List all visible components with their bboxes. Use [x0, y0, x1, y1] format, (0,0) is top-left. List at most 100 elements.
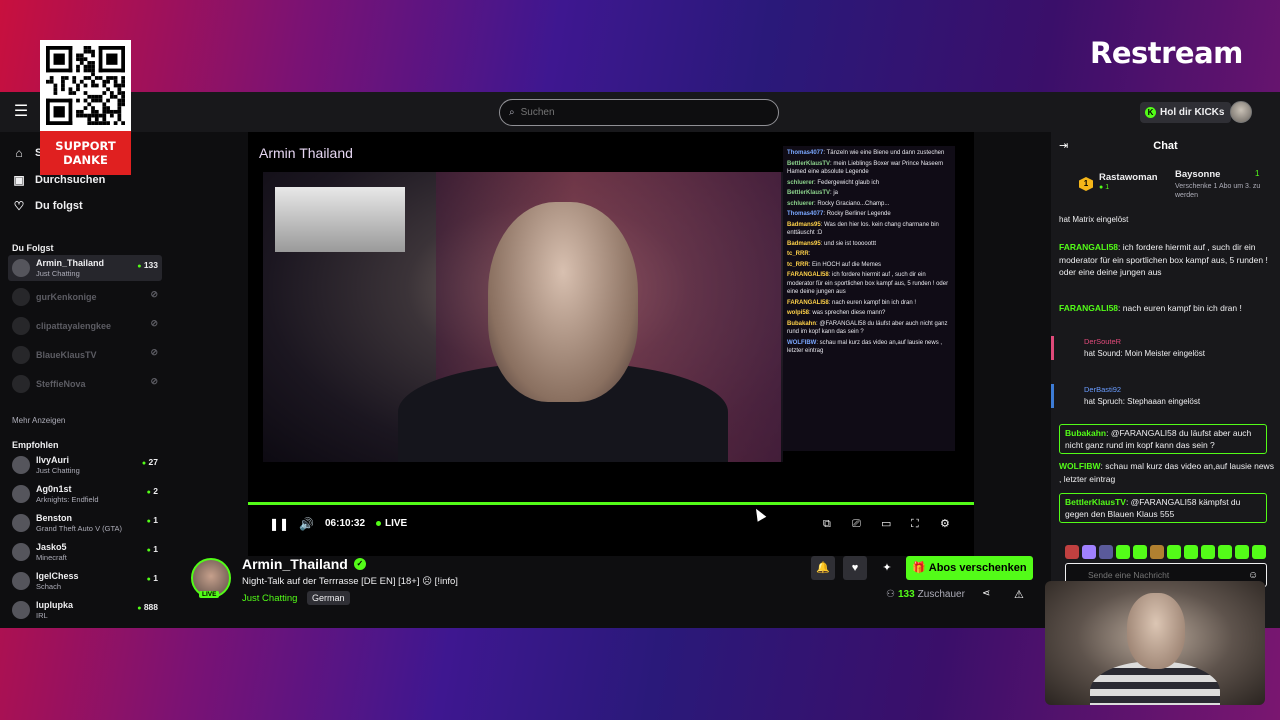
emote-icon[interactable]	[1116, 545, 1130, 559]
theater-mode-icon[interactable]: ▭	[881, 517, 891, 531]
emote-bar[interactable]	[1065, 545, 1275, 561]
gifter-name[interactable]: Baysonne	[1175, 169, 1220, 180]
channel-name: gurKenkonige	[36, 291, 97, 302]
streamer-name[interactable]: Armin_Thailand	[242, 556, 348, 572]
viewer-count: ● 27	[141, 457, 158, 467]
channel-name: SteffieNova	[36, 378, 86, 389]
emote-icon[interactable]	[1201, 545, 1215, 559]
report-icon[interactable]: ⚠	[1014, 588, 1024, 601]
sidebar-channel-recommended[interactable]: IlvyAuri Just Chatting ● 27	[8, 452, 162, 478]
kick-coin-icon: K	[1145, 107, 1156, 118]
overlay-chat-text: : Federgewicht glaub ich	[814, 179, 880, 186]
sidebar-channel-offline[interactable]: clipattayalengkee ⊘	[8, 313, 162, 339]
channel-name: IgelChess	[36, 571, 79, 581]
support-banner: SUPPORT DANKE	[40, 131, 131, 175]
volume-icon[interactable]: 🔊	[299, 517, 314, 531]
gift-subs-button[interactable]: 🎁 Abos verschenken	[906, 556, 1033, 580]
playback-progress-bar[interactable]	[248, 502, 974, 505]
sidebar-nav-following[interactable]: ♡ Du folgst	[12, 199, 83, 213]
redeem-message: DerSouteR hat Sound: Moin Meister eingelö…	[1051, 336, 1280, 360]
sidebar-channel-recommended[interactable]: Jasko5 Minecraft ● 1	[8, 539, 162, 565]
gifter-count-value: 1	[1105, 184, 1110, 191]
emote-icon[interactable]	[1252, 545, 1266, 559]
chat-username[interactable]: DerBasti92	[1084, 384, 1280, 396]
sidebar-channel-offline[interactable]: BlaueKlausTV ⊘	[8, 342, 162, 368]
chat-input[interactable]	[1088, 570, 1248, 580]
highlighted-message: Bubakahn: @FARANGALI58 du läufst aber au…	[1059, 424, 1267, 454]
chat-username[interactable]: Bubakahn	[1065, 428, 1106, 438]
emote-icon[interactable]	[1099, 545, 1113, 559]
chat-username[interactable]: WOLFIBW	[1059, 461, 1101, 471]
chat-username[interactable]: BettlerKlausTV	[1065, 497, 1126, 507]
chat-username[interactable]: FARANGALI58	[1059, 303, 1118, 313]
sidebar-channel-offline[interactable]: gurKenkonige ⊘	[8, 284, 162, 310]
player-controls: ❚❚ 🔊 06:10:32 LIVE ⧉ ⎚ ▭ ⛶ ⚙	[248, 508, 974, 542]
sidebar-channel-recommended[interactable]: IgelChess Schach ● 1	[8, 568, 162, 594]
sidebar-channel-recommended[interactable]: Benston Grand Theft Auto V (GTA) ● 1	[8, 510, 162, 536]
sidebar-nav-home[interactable]: ⌂ S	[12, 146, 42, 160]
share-icon[interactable]: ⋖	[982, 588, 990, 599]
emote-icon[interactable]	[1184, 545, 1198, 559]
sidebar-channel-recommended[interactable]: Ag0n1st Arknights: Endfield ● 2	[8, 481, 162, 507]
viewer-count: ● 1	[146, 573, 158, 583]
user-avatar[interactable]	[1230, 101, 1252, 123]
message-text: hat Sound: Moin Meister eingelöst	[1084, 349, 1205, 358]
sidebar-channel-recommended[interactable]: luplupka IRL ● 888	[8, 597, 162, 623]
follow-heart-button[interactable]: ♥	[843, 556, 867, 580]
live-badge: LIVE	[199, 591, 220, 598]
chat-username[interactable]: DerSouteR	[1084, 336, 1280, 348]
sparkle-icon[interactable]: ✦	[875, 556, 899, 580]
overlay-chat-line: BettlerKlausTV: mein Lieblings Boxer war…	[787, 160, 951, 177]
gifter-name[interactable]: Rastawoman	[1099, 172, 1158, 183]
search-input[interactable]	[520, 107, 741, 118]
hamburger-menu-icon[interactable]: ☰	[12, 103, 30, 121]
emoji-icon[interactable]: ☺	[1248, 570, 1258, 581]
facecam-overlay	[1045, 581, 1265, 705]
sidebar-channel-offline[interactable]: SteffieNova ⊘	[8, 371, 162, 397]
notification-bell-button[interactable]: 🔔	[811, 556, 835, 580]
language-tag[interactable]: German	[307, 591, 350, 605]
overlay-chat-text: : und sie ist tooooottt	[820, 240, 877, 247]
emote-icon[interactable]	[1133, 545, 1147, 559]
viewer-count-value: 1	[153, 573, 158, 583]
search-bar[interactable]: ⌕	[499, 99, 779, 126]
emote-icon[interactable]	[1218, 545, 1232, 559]
overlay-chat-text: : Tänzeln wie eine Biene und dann zustec…	[823, 150, 945, 156]
offline-icon: ⊘	[150, 318, 158, 328]
emote-icon[interactable]	[1235, 545, 1249, 559]
emote-icon[interactable]	[1082, 545, 1096, 559]
settings-gear-icon[interactable]: ⚙	[940, 517, 950, 531]
get-kicks-button[interactable]: K Hol dir KICKs	[1140, 102, 1232, 123]
emote-icon[interactable]	[1150, 545, 1164, 559]
sidebar-nav-browse[interactable]: ▣ Durchsuchen	[12, 173, 105, 187]
chat-username[interactable]: FARANGALI58	[1059, 242, 1118, 252]
overlay-chat-user: tc_RRR	[787, 261, 809, 268]
overlay-chat-line: FARANGALI58: ich fordere hiermit auf , s…	[787, 271, 951, 297]
emote-icon[interactable]	[1065, 545, 1079, 559]
category-link[interactable]: Just Chatting	[242, 593, 297, 604]
emote-icon[interactable]	[1167, 545, 1181, 559]
overlay-chat-user: tc_RRR	[787, 251, 809, 257]
top-bar: ☰ ⌕ K Hol dir KICKs	[0, 92, 1280, 132]
pip-icon[interactable]: ⧉	[823, 517, 831, 531]
kick-app-window: ☰ ⌕ K Hol dir KICKs ⌂S ▣ Durchsuchen ♡ Du …	[0, 92, 1280, 628]
pause-icon[interactable]: ❚❚	[269, 517, 289, 531]
overlay-chat-user: Badmans95	[787, 240, 821, 247]
viewer-count: ● 888	[137, 602, 158, 612]
video-player[interactable]: Armin Thailand Thomas4077: Tänzeln wie e…	[248, 132, 974, 556]
sidebar-channel-armin-thailand[interactable]: Armin_Thailand Just Chatting ● 133	[8, 255, 162, 281]
fullscreen-icon[interactable]: ⛶	[911, 517, 919, 531]
stream-info-bar: LIVE Armin_Thailand ✓ Night-Talk auf der …	[185, 556, 1040, 628]
gifter-count: ● 1	[1099, 184, 1110, 191]
gift-icon: 🎁	[912, 562, 927, 574]
channel-name: IlvyAuri	[36, 455, 70, 465]
viewers-count: 133	[897, 589, 915, 600]
clip-icon[interactable]: ⎚	[852, 517, 861, 531]
show-more-link[interactable]: Mehr Anzeigen	[12, 416, 65, 425]
qr-code	[40, 40, 131, 131]
avatar	[12, 317, 30, 335]
overlay-chat-line: FARANGALI58: nach euren kampf bin ich dr…	[787, 299, 951, 308]
overlay-chat-line: Thomas4077: Rocky Berliner Legende	[787, 210, 951, 219]
live-indicator[interactable]: LIVE	[376, 518, 407, 529]
browse-icon: ▣	[13, 173, 25, 187]
